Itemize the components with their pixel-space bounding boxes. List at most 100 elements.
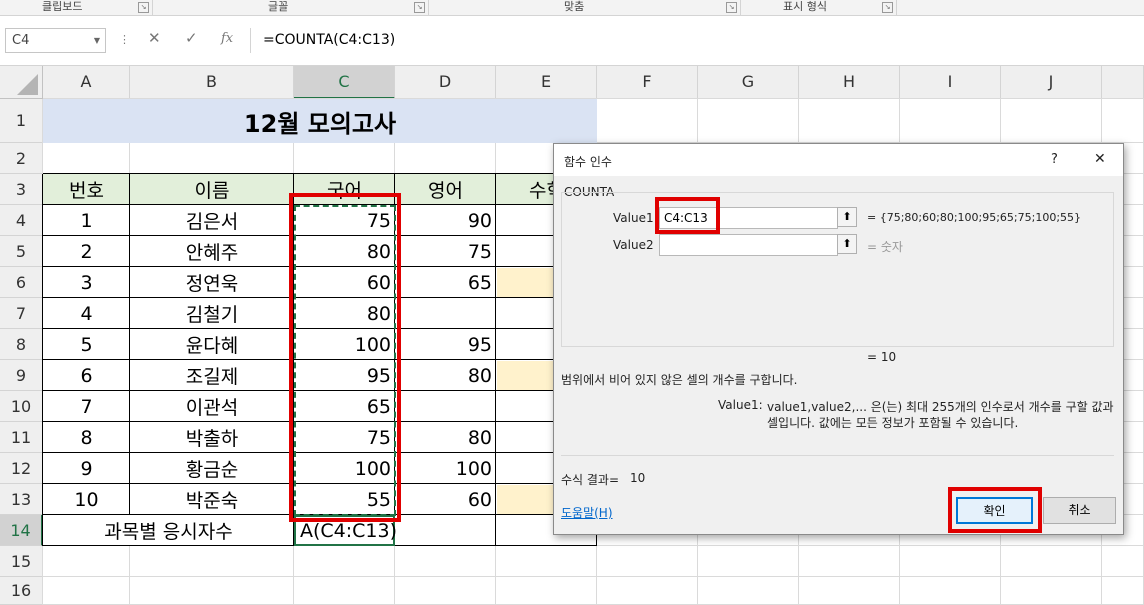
cell-name[interactable]: 정연욱 [130, 267, 294, 298]
cancel-button[interactable]: 취소 [1043, 497, 1116, 524]
result-value: 10 [630, 471, 646, 485]
value1-collapse-icon[interactable]: ⬆ [837, 207, 857, 227]
value2-collapse-icon[interactable]: ⬆ [837, 234, 857, 254]
range-highlight-box [289, 193, 401, 522]
header-no[interactable]: 번호 [43, 174, 130, 205]
font-launcher-icon[interactable]: ↘ [414, 2, 425, 13]
row-header-16[interactable]: 16 [0, 577, 43, 605]
column-header-b[interactable]: B [130, 66, 294, 99]
column-header-k[interactable] [1102, 66, 1144, 99]
arg1-result: = {75;80;60;80;100;95;65;75;100;55} [867, 211, 1082, 224]
cell-english[interactable] [395, 298, 496, 329]
cell-name[interactable]: 박출하 [130, 422, 294, 453]
row-header-9[interactable]: 9 [0, 360, 43, 391]
cell-name[interactable]: 황금순 [130, 453, 294, 484]
cell-english[interactable]: 90 [395, 205, 496, 236]
help-link[interactable]: 도움말(H) [561, 504, 613, 521]
clipboard-launcher-icon[interactable]: ↘ [138, 2, 149, 13]
ribbon-group-labels: 클립보드 ↘ 글꼴 ↘ 맞춤 ↘ 표시 형식 ↘ [0, 0, 1144, 16]
arg-help-label: Value1: [718, 398, 763, 412]
name-box-value: C4 [12, 33, 30, 48]
row-header-15[interactable]: 15 [0, 546, 43, 577]
insert-function-icon[interactable]: fx [221, 31, 233, 46]
cell-no[interactable]: 10 [43, 484, 130, 515]
alignment-launcher-icon[interactable]: ↘ [726, 2, 737, 13]
cell-no[interactable]: 3 [43, 267, 130, 298]
help-icon[interactable]: ? [1051, 152, 1058, 167]
cancel-icon[interactable]: ✕ [148, 29, 161, 47]
row-header-10[interactable]: 10 [0, 391, 43, 422]
gridline-horizontal [43, 576, 1144, 577]
cell-name[interactable]: 이관석 [130, 391, 294, 422]
column-header-a[interactable]: A [43, 66, 130, 99]
arg-help-line1: value1,value2,... 은(는) 최대 255개의 인수로서 개수를… [767, 400, 1114, 414]
row-header-4[interactable]: 4 [0, 205, 43, 236]
header-name[interactable]: 이름 [130, 174, 294, 205]
ribbon-group-number: 표시 형식 [783, 0, 827, 13]
row-header-3[interactable]: 3 [0, 174, 43, 205]
dialog-title-bar[interactable]: 함수 인수 ? ✕ [554, 144, 1123, 176]
cell-no[interactable]: 5 [43, 329, 130, 360]
cell-name[interactable]: 안혜주 [130, 236, 294, 267]
cell-english[interactable]: 80 [395, 422, 496, 453]
row-header-11[interactable]: 11 [0, 422, 43, 453]
ribbon-separator [740, 0, 741, 16]
cell-english[interactable]: 65 [395, 267, 496, 298]
cell-english[interactable] [395, 391, 496, 422]
cell-english[interactable]: 95 [395, 329, 496, 360]
column-header-j[interactable]: J [1001, 66, 1102, 99]
ribbon-group-font: 글꼴 [268, 0, 289, 13]
cell-no[interactable]: 7 [43, 391, 130, 422]
row-header-8[interactable]: 8 [0, 329, 43, 360]
column-header-h[interactable]: H [799, 66, 900, 99]
cell-name[interactable]: 윤다혜 [130, 329, 294, 360]
cell-no[interactable]: 1 [43, 205, 130, 236]
column-header-d[interactable]: D [395, 66, 496, 99]
row-header-7[interactable]: 7 [0, 298, 43, 329]
cell-english[interactable]: 60 [395, 484, 496, 515]
ribbon-separator [428, 0, 429, 16]
cell-no[interactable]: 8 [43, 422, 130, 453]
cell-no[interactable]: 4 [43, 298, 130, 329]
cell-no[interactable]: 2 [43, 236, 130, 267]
row-header-1[interactable]: 1 [0, 99, 43, 143]
row-header-5[interactable]: 5 [0, 236, 43, 267]
row-header-13[interactable]: 13 [0, 484, 43, 515]
row-header-12[interactable]: 12 [0, 453, 43, 484]
ribbon-separator [896, 0, 897, 16]
cell-english[interactable]: 75 [395, 236, 496, 267]
value1-highlight-box [655, 197, 720, 234]
name-box[interactable]: C4 ▼ [5, 28, 106, 53]
cell-no[interactable]: 9 [43, 453, 130, 484]
row-header-6[interactable]: 6 [0, 267, 43, 298]
header-english[interactable]: 영어 [395, 174, 496, 205]
cell-english[interactable]: 100 [395, 453, 496, 484]
cell-english[interactable]: 80 [395, 360, 496, 391]
row-header-2[interactable]: 2 [0, 143, 43, 174]
enter-icon[interactable]: ✓ [185, 29, 198, 47]
close-icon[interactable]: ✕ [1094, 151, 1106, 167]
cell-name[interactable]: 조길제 [130, 360, 294, 391]
column-header-e[interactable]: E [496, 66, 597, 99]
number-launcher-icon[interactable]: ↘ [882, 2, 893, 13]
column-header-f[interactable]: F [597, 66, 698, 99]
column-header-g[interactable]: G [698, 66, 799, 99]
cell-no[interactable]: 6 [43, 360, 130, 391]
sheet-title[interactable]: 12월 모의고사 [43, 99, 597, 143]
row-header-14[interactable]: 14 [0, 515, 43, 546]
chevron-down-icon[interactable]: ▼ [94, 29, 100, 52]
formula-bar: C4 ▼ ⋮ ✕ ✓ fx =COUNTA(C4:C13) [0, 16, 1144, 66]
value2-input[interactable] [659, 234, 838, 256]
select-all-triangle-icon [17, 74, 38, 95]
ribbon-group-clipboard: 클립보드 [42, 0, 83, 13]
cell-name[interactable]: 박준숙 [130, 484, 294, 515]
column-header-i[interactable]: I [900, 66, 1001, 99]
formula-input[interactable]: =COUNTA(C4:C13) [250, 28, 1144, 53]
column-header-c[interactable]: C [294, 66, 395, 99]
ok-highlight-box [948, 487, 1042, 533]
ribbon-separator [152, 0, 153, 16]
cell-name[interactable]: 김은서 [130, 205, 294, 236]
summary-label[interactable]: 과목별 응시자수 [43, 515, 294, 546]
select-all-corner[interactable] [0, 66, 43, 99]
cell-name[interactable]: 김철기 [130, 298, 294, 329]
